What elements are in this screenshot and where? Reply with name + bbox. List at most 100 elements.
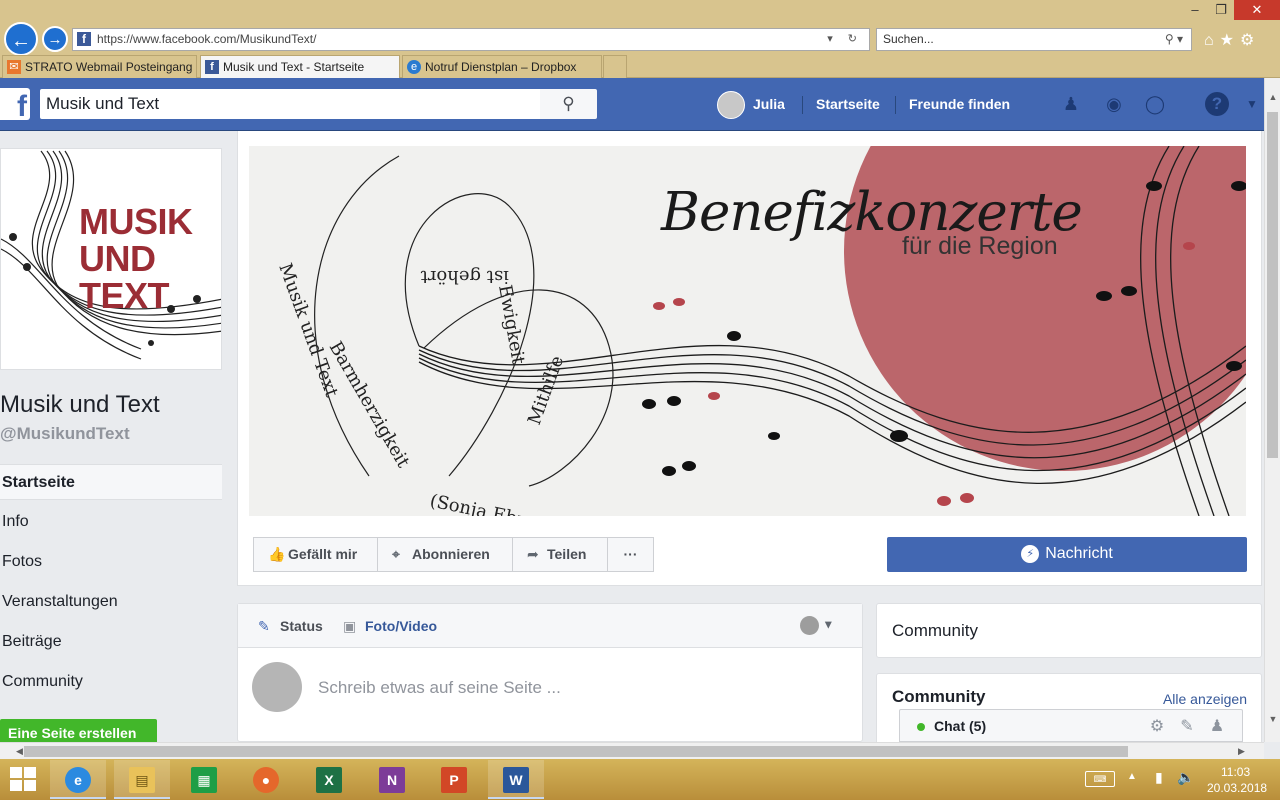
photo-tab-label: Foto/Video [365,618,438,634]
tab-label: Musik und Text - Startseite [223,60,365,74]
sidebar-item-veranstaltungen[interactable]: Veranstaltungen [0,584,222,620]
volume-icon[interactable]: 🔈 [1177,769,1194,786]
page-profile-picture[interactable]: MUSIK UND TEXT [0,148,222,370]
tab-dropbox[interactable]: e Notruf Dienstplan – Dropbox [402,55,602,78]
svg-text:(Sonja Ebner, 2014): (Sonja Ebner, 2014) [428,490,610,516]
tab-musik-und-text[interactable]: f Musik und Text - Startseite [200,55,400,78]
show-all-link[interactable]: Alle anzeigen [1163,691,1247,707]
chevron-up-icon[interactable]: ▲ [1127,771,1137,782]
chat-bar[interactable]: Chat (5) ⚙ ✎ ♟ [899,709,1243,742]
battery-icon[interactable]: ▮ [1155,769,1163,786]
store-icon[interactable]: ▦ [176,760,232,799]
thumbs-up-icon: 👍 [268,546,286,562]
powerpoint-icon[interactable]: P [426,760,482,799]
swirl-graphic [314,155,614,487]
share-button[interactable]: ➦ Teilen [512,537,608,572]
svg-text:Ewigkeit: Ewigkeit [494,283,529,367]
create-page-button[interactable]: Eine Seite erstellen [0,719,157,743]
rss-icon: ⌖ [392,546,400,562]
forward-arrow-icon[interactable]: → [42,26,68,52]
close-icon[interactable]: ✕ [1234,0,1280,20]
refresh-icon[interactable]: ▾ ↻ [827,29,863,50]
browser-tabs: ✉ STRATO Webmail Posteingang f Musik und… [0,55,1280,78]
clock-time[interactable]: 11:03 [1221,765,1250,779]
share-label: Teilen [547,546,587,562]
scrollbar-thumb[interactable] [24,746,1128,757]
horizontal-scrollbar[interactable]: ◀ ▶ [0,742,1264,759]
compose-icon[interactable]: ✎ [1176,710,1198,743]
windows-start-icon[interactable] [10,767,38,793]
messenger-icon[interactable]: ◉ [1102,92,1126,116]
page-title[interactable]: Musik und Text [0,391,160,419]
favorites-star-icon[interactable]: ★ [1220,32,1240,49]
page-logo-text: MUSIK UND TEXT [79,203,193,314]
notifications-globe-icon[interactable]: ◯ [1143,92,1167,116]
help-icon[interactable]: ? [1205,92,1229,116]
page-handle[interactable]: @MusikundText [0,424,130,444]
internet-explorer-icon[interactable]: e [50,760,106,799]
tab-strato[interactable]: ✉ STRATO Webmail Posteingang [2,55,197,78]
onenote-icon[interactable]: N [364,760,420,799]
home-link[interactable]: Startseite [816,91,880,119]
sidebar-item-info[interactable]: Info [0,504,222,540]
avatar [252,662,302,712]
address-bar[interactable]: f https://www.facebook.com/MusikundText/… [72,28,870,51]
cover-subtitle: für die Region [902,232,1058,260]
search-icon[interactable]: ⚲ ▾ [1165,29,1183,50]
tab-status[interactable]: ✎ Status [258,618,323,635]
clock-date[interactable]: 20.03.2018 [1207,781,1267,795]
back-arrow-icon[interactable]: ← [4,22,38,56]
sidebar-item-fotos[interactable]: Fotos [0,544,222,580]
new-tab-button[interactable] [603,55,627,78]
excel-icon[interactable]: X [301,760,357,799]
firefox-icon[interactable]: ● [238,760,294,799]
scroll-up-icon[interactable]: ▲ [1265,92,1280,102]
follow-label: Abonnieren [412,546,490,562]
group-icon[interactable]: ♟ [1206,710,1228,743]
more-button[interactable]: ··· [607,537,654,572]
facebook-logo-icon[interactable]: f [0,88,30,120]
divider [802,96,803,114]
status-tab-label: Status [280,618,323,634]
logo-line: MUSIK [79,201,193,242]
minimize-icon[interactable]: – [1182,0,1208,20]
audience-selector[interactable]: ▼ [800,616,834,635]
home-icon[interactable]: ⌂ [1204,32,1220,49]
keyboard-icon[interactable]: ⌨ [1085,771,1115,787]
search-icon[interactable]: ⚲ [540,89,597,119]
scroll-left-icon[interactable]: ◀ [16,743,23,760]
chevron-down-icon[interactable]: ▼ [1244,92,1260,116]
post-composer: ✎ Status ▣ Foto/Video ▼ Schreib etwas auf … [237,603,863,742]
settings-gear-icon[interactable]: ⚙ [1240,32,1260,49]
mail-icon: ✉ [7,60,21,74]
file-explorer-icon[interactable]: ▤ [114,760,170,799]
follow-button[interactable]: ⌖ Abonnieren [377,537,513,572]
message-label: Nachricht [1045,545,1113,562]
sidebar-item-community[interactable]: Community [0,664,222,700]
community-header-card[interactable]: Community [876,603,1262,658]
cover-photo[interactable]: Musik und Text Barmherzigkeit (Sonja Ebn… [249,146,1246,516]
user-name: Julia [753,96,785,112]
find-friends-link[interactable]: Freunde finden [909,91,1010,119]
chevron-down-icon: ▼ [822,617,835,632]
friend-requests-icon[interactable]: ♟ [1059,92,1083,116]
tab-photo-video[interactable]: ▣ Foto/Video [343,618,437,635]
profile-link[interactable]: Julia [717,91,785,119]
browser-search-input[interactable]: Suchen... ⚲ ▾ [876,28,1192,51]
scroll-right-icon[interactable]: ▶ [1238,743,1245,760]
word-icon[interactable]: W [488,760,544,799]
facebook-search-input[interactable]: Musik und Text [40,89,540,119]
browser-search-placeholder: Suchen... [883,32,934,46]
share-arrow-icon: ➦ [527,546,539,562]
gear-icon[interactable]: ⚙ [1146,710,1168,743]
sidebar-item-startseite[interactable]: Startseite [0,464,222,500]
post-input[interactable]: Schreib etwas auf seine Seite ... [318,678,561,698]
avatar [717,91,745,119]
like-button[interactable]: 👍 Gefällt mir [253,537,378,572]
message-button[interactable]: ⚡ Nachricht [887,537,1247,572]
scroll-down-icon[interactable]: ▼ [1265,714,1280,724]
sidebar-item-beitraege[interactable]: Beiträge [0,624,222,660]
vertical-scrollbar[interactable]: ▲ ▼ [1264,78,1280,742]
scrollbar-thumb[interactable] [1267,112,1278,458]
restore-icon[interactable]: ❐ [1208,0,1234,20]
